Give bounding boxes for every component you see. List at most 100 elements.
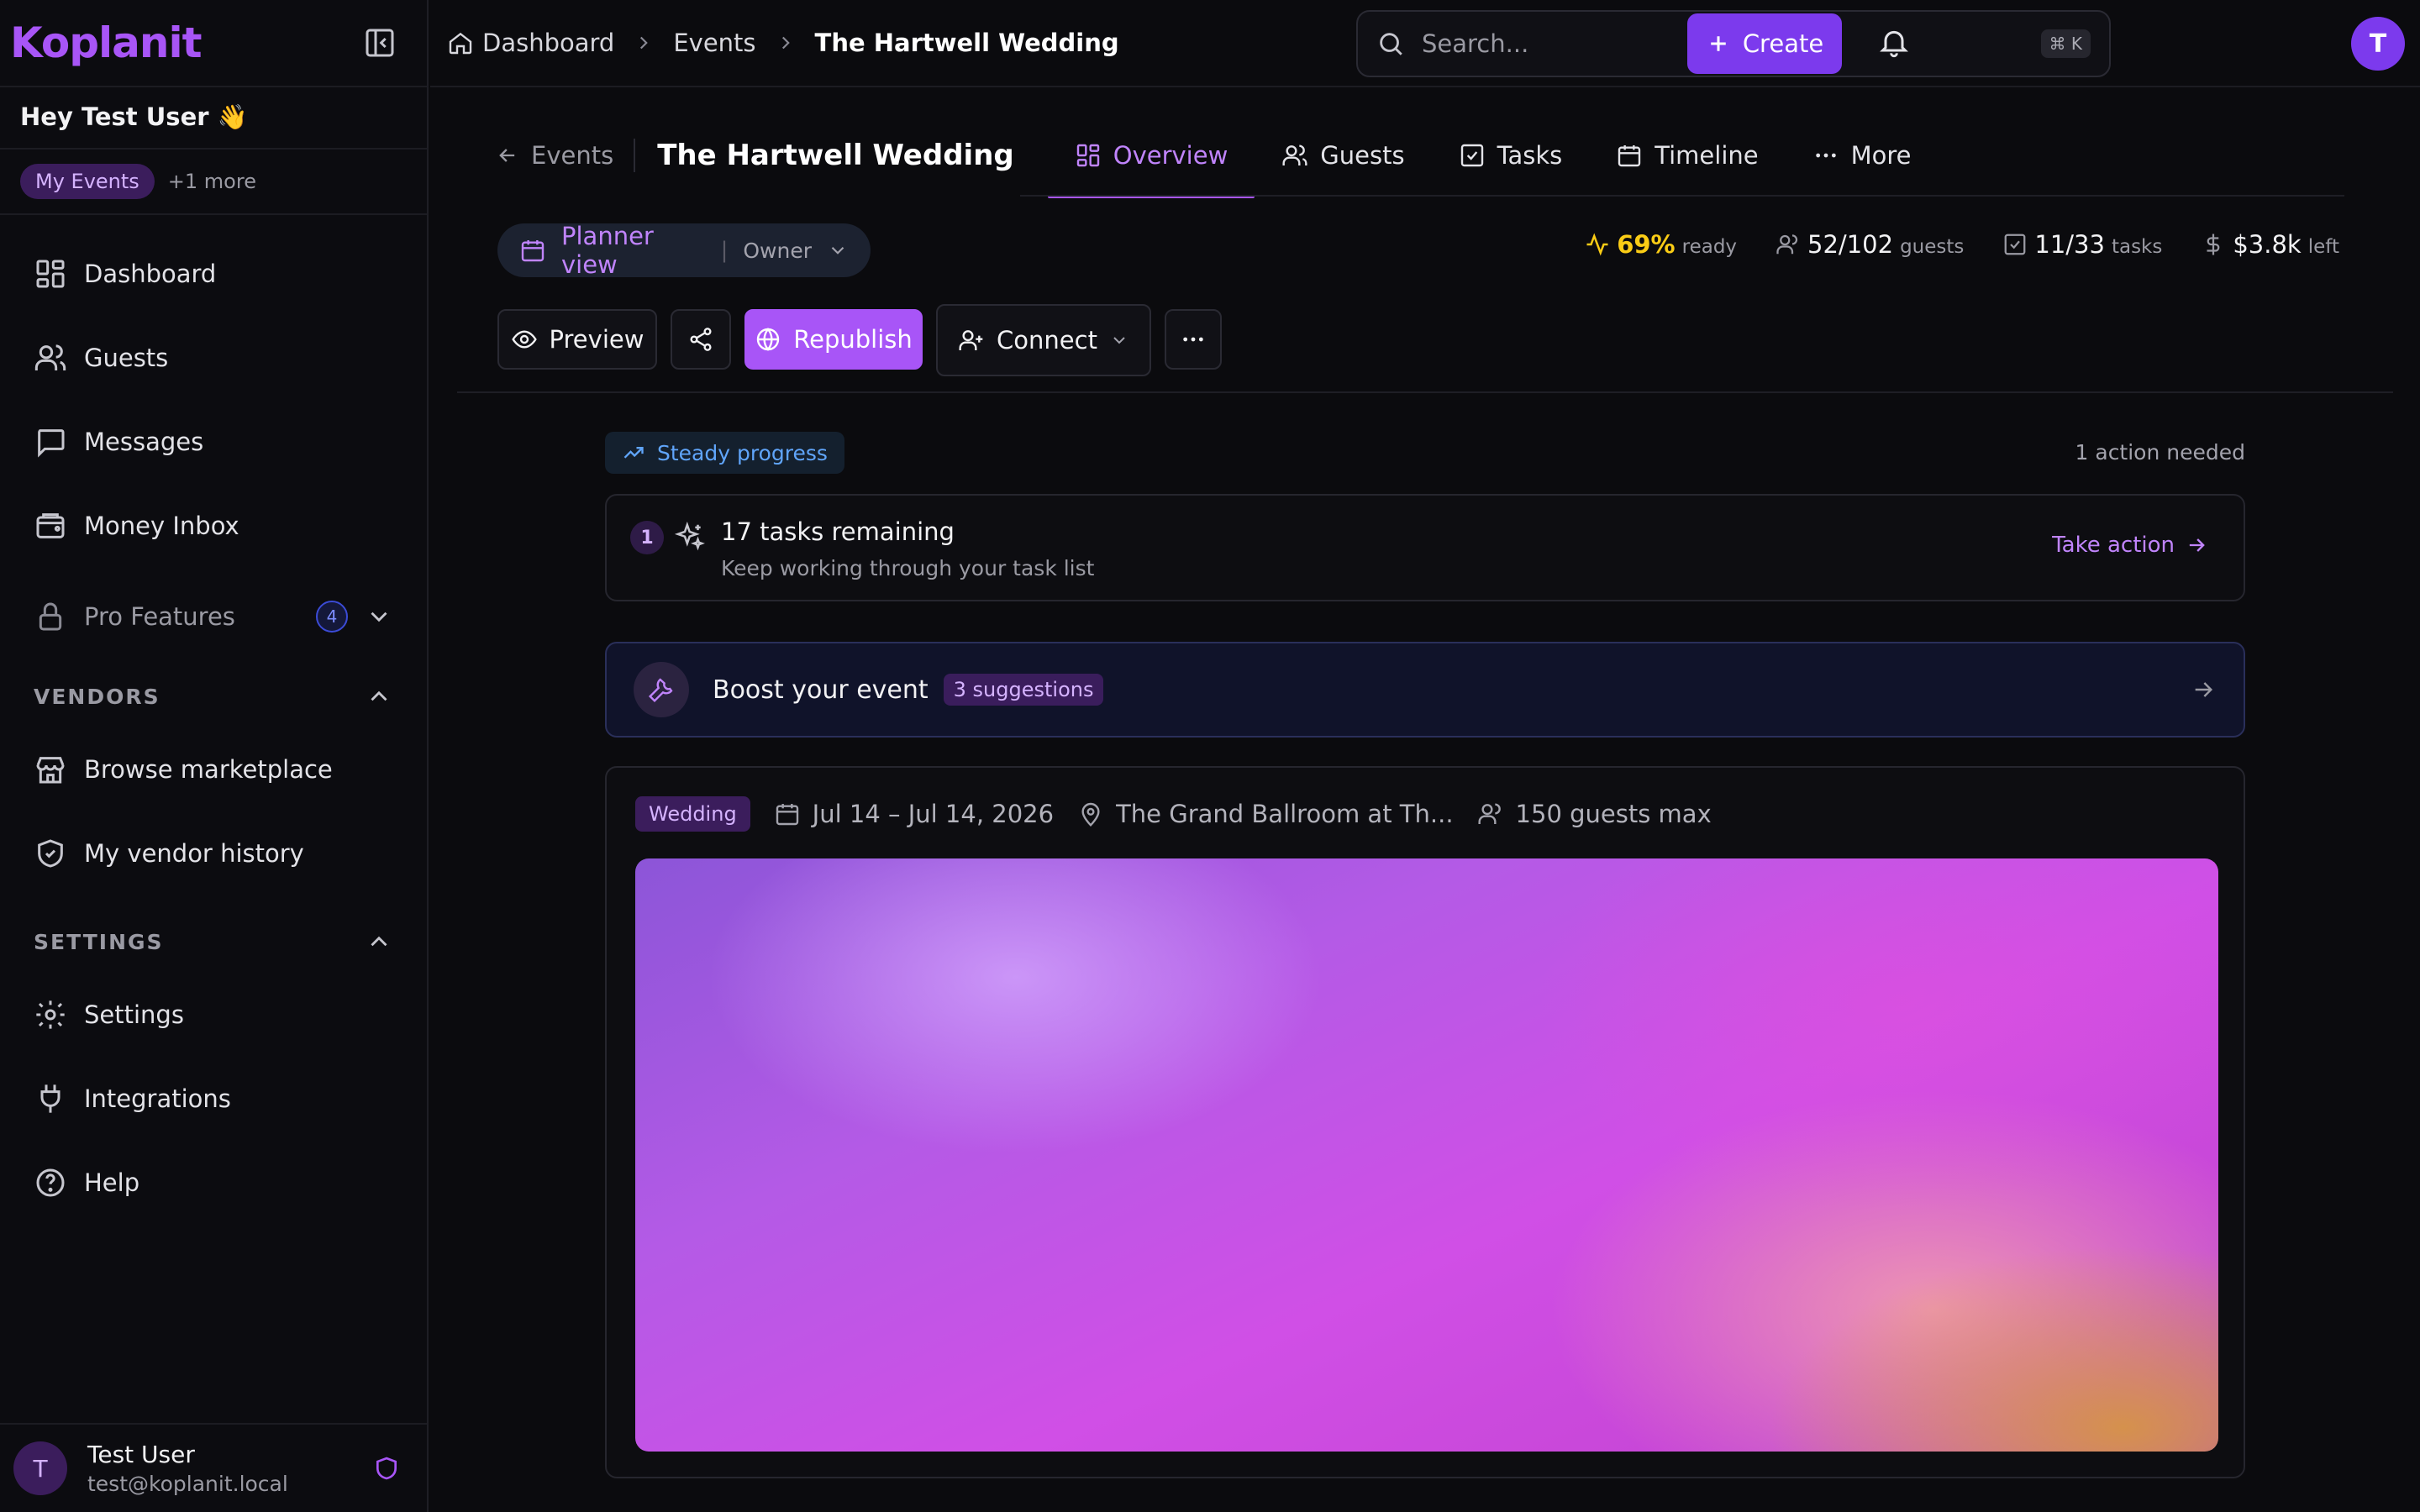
greeting: Hey Test User 👋	[0, 87, 427, 150]
arrow-left-icon	[496, 144, 519, 167]
tab-overview[interactable]: Overview	[1047, 126, 1255, 198]
bell-icon[interactable]	[1877, 25, 1914, 62]
tab-label: Tasks	[1497, 141, 1563, 170]
plus-icon	[1706, 31, 1731, 56]
tab-guests[interactable]: Guests	[1255, 126, 1431, 185]
users-icon	[1477, 801, 1504, 827]
shield-icon[interactable]	[373, 1455, 400, 1482]
sidebar-item-money-inbox[interactable]: Money Inbox	[0, 484, 427, 568]
brand-logo[interactable]: Koplanit	[10, 18, 203, 67]
tab-more[interactable]: More	[1786, 126, 1939, 185]
event-cover-image[interactable]	[635, 858, 2218, 1452]
sidebar-item-messages[interactable]: Messages	[0, 400, 427, 484]
sidebar-item-dashboard[interactable]: Dashboard	[0, 232, 427, 316]
search-shortcut: ⌘ K	[2040, 29, 2091, 58]
vendors-section-header[interactable]: VENDORS	[0, 665, 427, 727]
dollar-icon	[2201, 232, 2226, 257]
suggestions-badge: 3 suggestions	[943, 674, 1104, 706]
create-button[interactable]: Create	[1687, 13, 1842, 74]
chevron-down-icon[interactable]	[365, 602, 393, 631]
view-label: Planner view	[561, 222, 654, 279]
plug-icon	[34, 1082, 67, 1116]
connect-label: Connect	[997, 326, 1097, 354]
wrench-icon	[634, 662, 689, 717]
sidebar-item-vendor-history[interactable]: My vendor history	[0, 811, 427, 895]
tab-tasks[interactable]: Tasks	[1432, 126, 1590, 185]
chevron-up-icon[interactable]	[365, 682, 393, 711]
share-button[interactable]	[671, 309, 731, 370]
connect-button[interactable]: Connect	[936, 304, 1151, 376]
sidebar-item-label: My vendor history	[84, 839, 304, 868]
shield-check-icon	[34, 837, 67, 870]
user-plus-icon	[958, 327, 985, 354]
stat-label: left	[2307, 236, 2339, 258]
event-details-card: Wedding Jul 14 – Jul 14, 2026 The Grand …	[605, 766, 2245, 1478]
planner-view-select[interactable]: Planner view | Owner	[497, 222, 871, 279]
stat-budget: $3.8k left	[2201, 230, 2339, 259]
republish-button[interactable]: Republish	[744, 309, 923, 370]
lock-icon	[34, 600, 67, 633]
sidebar-item-label: Money Inbox	[84, 512, 239, 540]
event-title: The Hartwell Wedding	[657, 139, 1014, 172]
event-dates: Jul 14 – Jul 14, 2026	[774, 800, 1054, 828]
chevron-down-icon	[1109, 330, 1129, 350]
back-to-events[interactable]: Events	[496, 139, 636, 172]
users-icon	[1776, 232, 1801, 257]
stat-label: guests	[1900, 236, 1965, 258]
sidebar-item-pro-features[interactable]: Pro Features 4	[0, 568, 427, 665]
sidebar-item-integrations[interactable]: Integrations	[0, 1057, 427, 1141]
sidebar-item-browse-marketplace[interactable]: Browse marketplace	[0, 727, 427, 811]
section-heading: SETTINGS	[34, 929, 164, 954]
sidebar-item-label: Pro Features	[84, 602, 235, 631]
venue-text: The Grand Ballroom at Th...	[1116, 800, 1454, 828]
take-action-label: Take action	[2052, 533, 2175, 558]
home-icon[interactable]	[447, 29, 474, 56]
breadcrumb-events[interactable]: Events	[673, 29, 755, 57]
logo-row: Koplanit	[0, 0, 427, 87]
store-icon	[34, 753, 67, 786]
user-profile[interactable]: T Test User test@koplanit.local	[0, 1423, 427, 1512]
role-label: Owner	[743, 238, 812, 263]
dates-text: Jul 14 – Jul 14, 2026	[812, 800, 1055, 828]
sidebar-item-settings[interactable]: Settings	[0, 973, 427, 1057]
sidebar: Koplanit Hey Test User 👋 My Events +1 mo…	[0, 0, 429, 1512]
stat-label: tasks	[2111, 236, 2163, 258]
gear-icon	[34, 998, 67, 1032]
preview-button[interactable]: Preview	[497, 309, 657, 370]
capacity-text: 150 guests max	[1515, 800, 1712, 828]
calendar-icon	[774, 801, 801, 827]
stat-value: $3.8k	[2233, 230, 2302, 259]
checkbox-icon	[2002, 232, 2028, 257]
breadcrumb-dashboard[interactable]: Dashboard	[482, 29, 614, 57]
more-actions-button[interactable]	[1165, 309, 1222, 370]
sidebar-item-guests[interactable]: Guests	[0, 316, 427, 400]
breadcrumb-current: The Hartwell Wedding	[814, 29, 1119, 57]
current-event-pill[interactable]: My Events	[20, 164, 155, 199]
stat-guests: 52/102 guests	[1776, 230, 1964, 259]
sidebar-item-label: Guests	[84, 344, 169, 372]
sidebar-item-label: Browse marketplace	[84, 755, 333, 784]
settings-section-header[interactable]: SETTINGS	[0, 911, 427, 973]
activity-icon	[1585, 232, 1610, 257]
tab-timeline[interactable]: Timeline	[1589, 126, 1785, 185]
chevron-up-icon[interactable]	[365, 927, 393, 956]
stat-value: 69%	[1617, 230, 1676, 259]
event-switcher[interactable]: My Events +1 more	[0, 150, 427, 215]
collapse-sidebar-icon[interactable]	[363, 26, 397, 60]
calendar-icon	[1616, 142, 1643, 169]
avatar[interactable]: T	[2351, 17, 2405, 71]
event-tabs: Overview Guests Tasks Timeline More	[1047, 126, 1939, 198]
more-events-link[interactable]: +1 more	[168, 170, 256, 193]
boost-event-card[interactable]: Boost your event 3 suggestions	[605, 642, 2245, 738]
event-type-badge: Wedding	[635, 796, 750, 832]
action-needed-count: 1 action needed	[2075, 440, 2245, 465]
sidebar-nav: Dashboard Guests Messages Money Inbox Pr…	[0, 215, 427, 1225]
section-heading: VENDORS	[34, 684, 160, 709]
wallet-icon	[34, 509, 67, 543]
avatar[interactable]: T	[13, 1441, 67, 1495]
sidebar-item-help[interactable]: Help	[0, 1141, 427, 1225]
grid-icon	[1075, 142, 1102, 169]
take-action-link[interactable]: Take action	[2052, 533, 2208, 558]
checkbox-icon	[1459, 142, 1486, 169]
dots-icon	[1812, 142, 1839, 169]
